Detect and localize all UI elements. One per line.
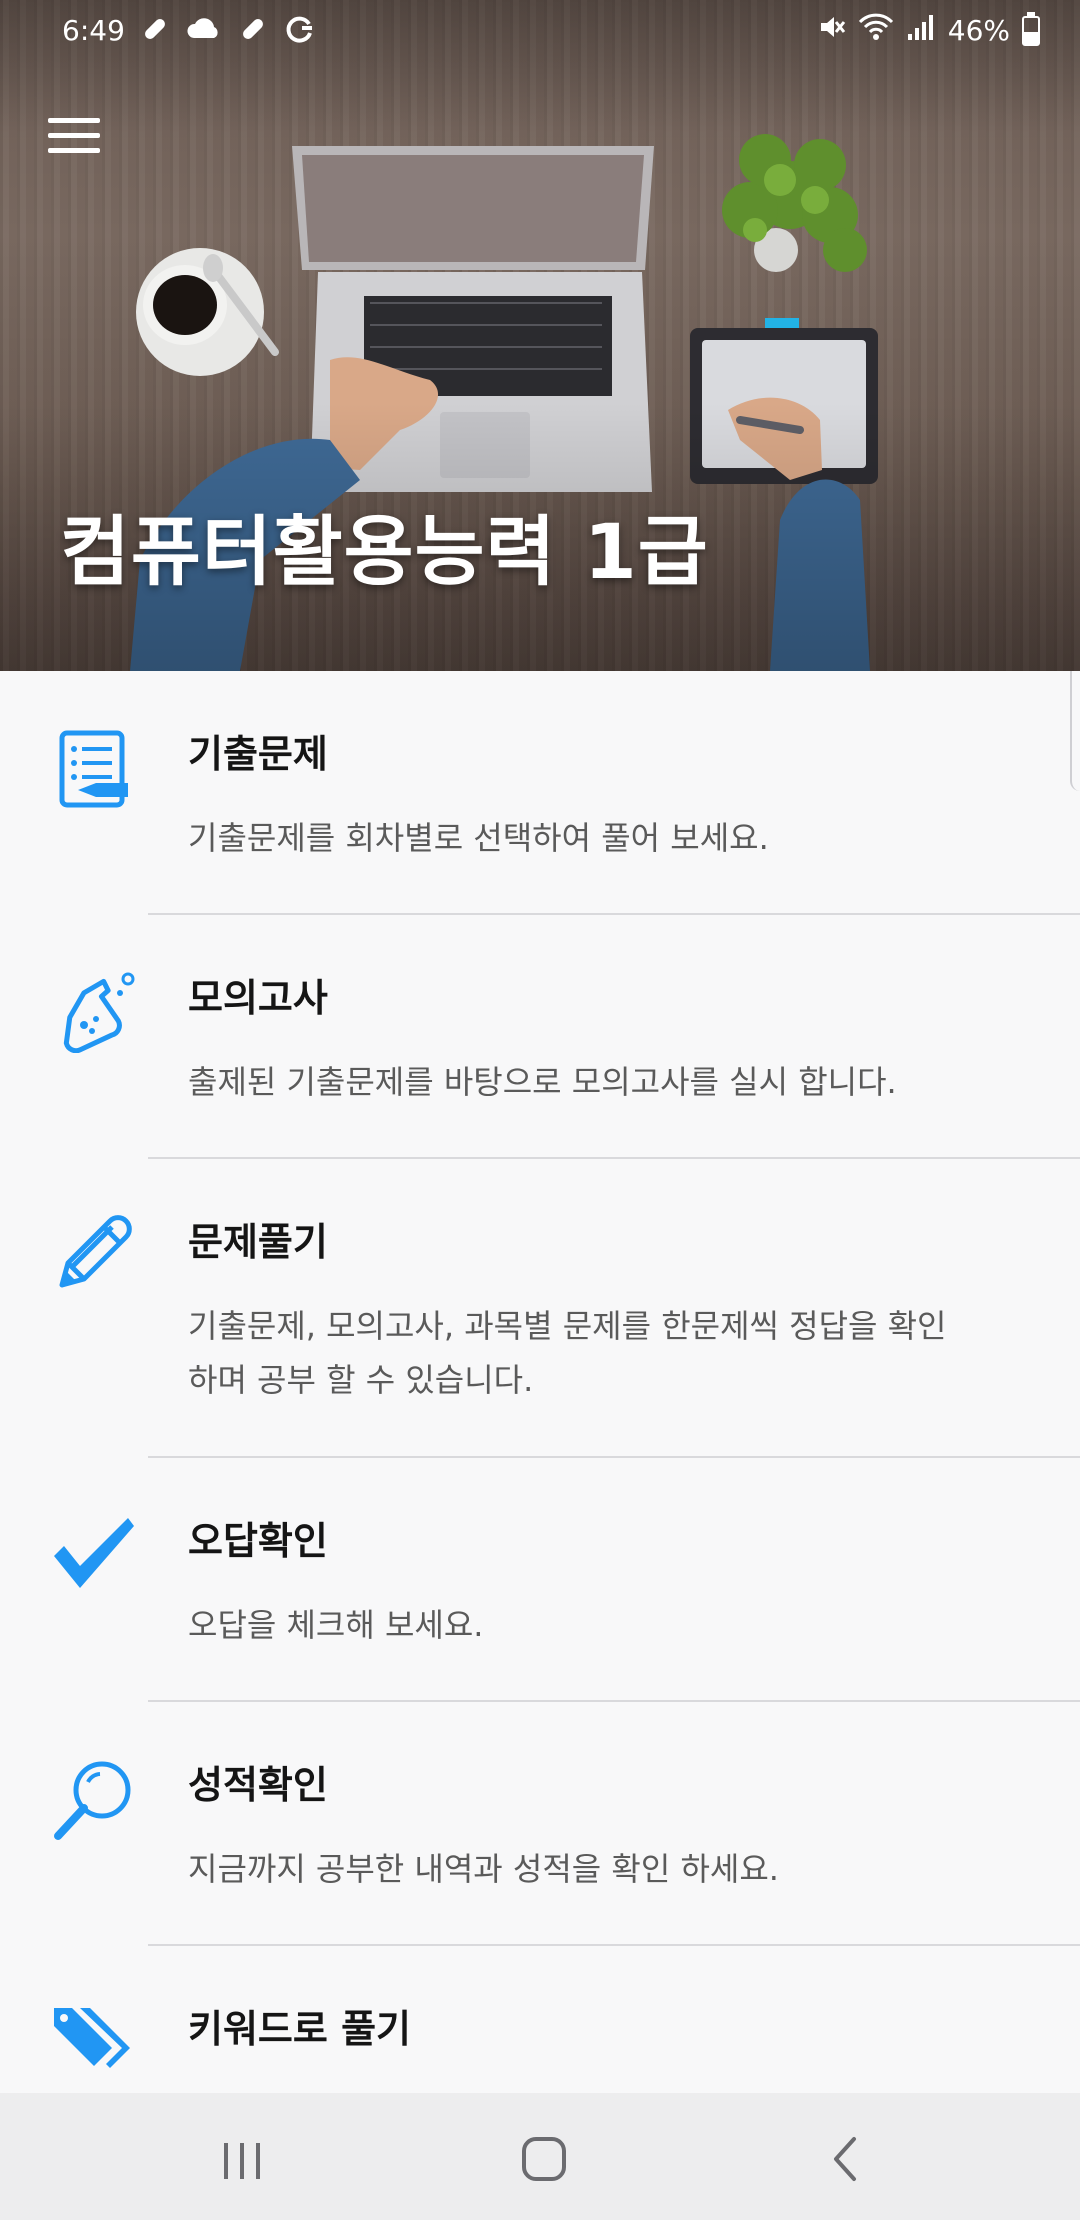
app-title: 컴퓨터활용능력 1급 bbox=[60, 507, 709, 596]
menu-item-title: 키워드로 풀기 bbox=[188, 2007, 411, 2051]
document-list-icon bbox=[50, 725, 138, 813]
menu-item-solve-by-keyword[interactable]: 키워드로 풀기 bbox=[0, 1946, 1080, 2093]
menu-item-mock-exam[interactable]: 모의고사 출제된 기출문제를 바탕으로 모의고사를 실시 합니다. bbox=[0, 915, 1080, 1159]
sync-icon bbox=[284, 14, 316, 52]
system-icons: 46% bbox=[816, 11, 1040, 49]
notification-icons bbox=[140, 14, 316, 52]
menu-item-title: 성적확인 bbox=[188, 1763, 328, 1807]
cloud-icon bbox=[186, 14, 222, 52]
menu-item-title: 오답확인 bbox=[188, 1519, 328, 1563]
menu-item-past-exams[interactable]: 기출문제 기출문제를 회차별로 선택하여 풀어 보세요. bbox=[0, 671, 1080, 915]
menu-item-solve-problems[interactable]: 문제풀기 기출문제, 모의고사, 과목별 문제를 한문제씩 정답을 확인하며 공… bbox=[0, 1159, 1080, 1458]
signal-icon bbox=[906, 12, 936, 49]
back-icon[interactable] bbox=[806, 2123, 886, 2193]
status-bar: 6:49 46% bbox=[0, 0, 1080, 64]
magnifier-icon bbox=[50, 1756, 138, 1844]
menu-item-description: 기출문제, 모의고사, 과목별 문제를 한문제씩 정답을 확인하며 공부 할 수… bbox=[188, 1307, 947, 1399]
wifi-icon bbox=[858, 12, 894, 49]
checkmark-icon bbox=[50, 1512, 138, 1600]
bandage-icon bbox=[238, 14, 268, 52]
menu-list: 기출문제 기출문제를 회차별로 선택하여 풀어 보세요. 모의고사 출제된 기출… bbox=[0, 671, 1080, 2093]
bandage-icon bbox=[140, 14, 170, 52]
menu-item-title: 문제풀기 bbox=[188, 1220, 328, 1264]
battery-percent: 46% bbox=[947, 14, 1010, 47]
navigation-bar bbox=[0, 2093, 1080, 2220]
tags-icon bbox=[50, 2000, 138, 2088]
status-time: 6:49 bbox=[62, 14, 125, 47]
menu-item-description: 출제된 기출문제를 바탕으로 모의고사를 실시 합니다. bbox=[188, 1063, 897, 1101]
flask-icon bbox=[50, 965, 138, 1054]
menu-item-wrong-answers[interactable]: 오답확인 오답을 체크해 보세요. bbox=[0, 1458, 1080, 1702]
hamburger-menu-icon[interactable] bbox=[48, 118, 100, 158]
menu-item-description: 오답을 체크해 보세요. bbox=[188, 1606, 484, 1644]
battery-level bbox=[1024, 31, 1038, 44]
pencil-icon bbox=[50, 1209, 138, 1297]
menu-item-description: 지금까지 공부한 내역과 성적을 확인 하세요. bbox=[188, 1850, 779, 1888]
menu-item-description: 기출문제를 회차별로 선택하여 풀어 보세요. bbox=[188, 819, 769, 857]
header-banner: 6:49 46% 컴퓨터활용능력 1급 bbox=[0, 0, 1080, 671]
menu-item-title: 기출문제 bbox=[188, 732, 328, 776]
recent-apps-icon[interactable] bbox=[202, 2123, 282, 2193]
menu-item-check-scores[interactable]: 성적확인 지금까지 공부한 내역과 성적을 확인 하세요. bbox=[0, 1702, 1080, 1946]
scroll-edge-indicator bbox=[1070, 671, 1080, 791]
menu-item-title: 모의고사 bbox=[188, 976, 328, 1020]
home-icon[interactable] bbox=[504, 2123, 584, 2193]
mute-icon bbox=[816, 12, 846, 49]
battery-icon bbox=[1022, 11, 1040, 46]
